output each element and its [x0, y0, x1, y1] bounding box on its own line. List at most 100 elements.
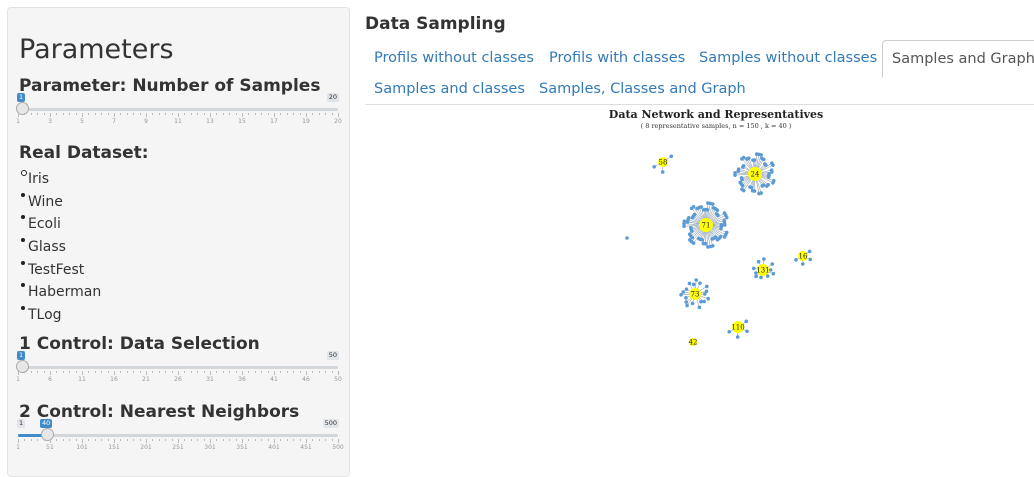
slider-minor-tick	[197, 439, 198, 441]
leaf-node	[661, 170, 665, 174]
radio-button[interactable]	[21, 193, 25, 197]
leaf-node	[684, 300, 688, 304]
leaf-node	[736, 335, 740, 339]
slider-tick-label: 51	[46, 444, 54, 451]
slider-minor-tick	[159, 113, 160, 115]
slider-minor-tick	[223, 113, 224, 115]
slider-tick	[82, 439, 83, 443]
slider-minor-tick	[293, 113, 294, 115]
slider-tick	[210, 439, 211, 443]
slider-tick	[50, 113, 51, 117]
slider-tick-label: 1	[16, 444, 20, 451]
slider-tick-label: 11	[78, 376, 86, 383]
radio-label: TestFest	[28, 262, 84, 278]
radio-button[interactable]	[21, 283, 25, 287]
slider-minor-tick	[236, 113, 237, 115]
leaf-node	[772, 272, 776, 276]
leaf-node	[744, 320, 748, 324]
leaf-node	[762, 257, 766, 261]
leaf-node	[770, 170, 774, 174]
slider-minor-tick	[229, 439, 230, 441]
slider-minor-tick	[197, 113, 198, 115]
samples-track[interactable]	[18, 108, 338, 111]
leaf-node	[757, 260, 761, 264]
radio-button[interactable]	[21, 238, 25, 242]
slider-minor-tick	[31, 113, 32, 115]
slider-minor-tick	[300, 113, 301, 115]
leaf-node	[716, 208, 720, 212]
radio-button[interactable]	[21, 170, 27, 176]
slider-minor-tick	[293, 439, 294, 441]
slider-tick	[242, 371, 243, 375]
radio-label: Iris	[28, 171, 49, 187]
network-plot: Data Network and Representatives ( 8 rep…	[365, 104, 1034, 471]
control2-slider[interactable]: 1 40 500 151101151201251301351401451500	[18, 419, 338, 453]
tab-samples-without-classes[interactable]: Samples without classes	[699, 48, 877, 68]
control2-track[interactable]	[18, 434, 338, 437]
slider-minor-tick	[332, 439, 333, 441]
control1-slider[interactable]: 1 50 16111621263136414650	[18, 351, 338, 385]
slider-minor-tick	[127, 371, 128, 373]
tab-samples-and-classes[interactable]: Samples and classes	[374, 79, 525, 99]
slider-tick	[178, 371, 179, 375]
slider-tick-label: 251	[172, 444, 183, 451]
slider-minor-tick	[140, 113, 141, 115]
leaf-node	[742, 156, 746, 160]
slider-minor-tick	[216, 113, 217, 115]
slider-minor-tick	[255, 371, 256, 373]
plot-subtitle: ( 8 representative samples, n = 150 , k …	[641, 122, 792, 130]
radio-button[interactable]	[21, 215, 25, 219]
slider-tick	[242, 439, 243, 443]
slider-minor-tick	[63, 113, 64, 115]
leaf-node	[770, 262, 774, 266]
slider-minor-tick	[101, 371, 102, 373]
radio-button[interactable]	[21, 306, 25, 310]
representative-node-label: 73	[691, 291, 700, 299]
slider-minor-tick	[95, 113, 96, 115]
slider-minor-tick	[197, 371, 198, 373]
slider-minor-tick	[44, 371, 45, 373]
leaf-node	[808, 250, 812, 254]
slider-tick	[178, 439, 179, 443]
slider-minor-tick	[159, 371, 160, 373]
leaf-node	[754, 275, 758, 279]
tab-profils-with-classes[interactable]: Profils with classes	[549, 48, 685, 68]
slider-minor-tick	[261, 439, 262, 441]
slider-minor-tick	[280, 371, 281, 373]
leaf-node	[740, 187, 744, 191]
slider-minor-tick	[268, 371, 269, 373]
samples-slider[interactable]: 1 20 13579111315171920	[18, 93, 338, 127]
slider-tick-label: 3	[48, 118, 52, 125]
radio-label: Ecoli	[28, 216, 61, 232]
tab-samples-and-graph[interactable]: Samples and Graph	[882, 40, 1034, 78]
slider-tick	[338, 371, 339, 375]
control2-min-bubble: 1	[17, 419, 25, 428]
slider-tick	[114, 113, 115, 117]
leaf-node	[688, 282, 692, 286]
slider-minor-tick	[165, 439, 166, 441]
slider-minor-tick	[300, 439, 301, 441]
control2-value-bubble: 40	[40, 419, 52, 428]
control1-track[interactable]	[18, 366, 338, 369]
radio-button[interactable]	[21, 261, 25, 265]
tab-profils-without-classes[interactable]: Profils without classes	[374, 48, 534, 68]
tab-samples-classes-and-graph[interactable]: Samples, Classes and Graph	[539, 79, 746, 99]
leaf-node	[765, 184, 769, 188]
slider-minor-tick	[191, 113, 192, 115]
slider-tick	[210, 113, 211, 117]
leaf-node	[723, 235, 727, 239]
slider-minor-tick	[268, 113, 269, 115]
slider-minor-tick	[293, 371, 294, 373]
slider-minor-tick	[223, 439, 224, 441]
slider-minor-tick	[133, 371, 134, 373]
slider-tick-label: 41	[270, 376, 278, 383]
slider-minor-tick	[120, 439, 121, 441]
slider-minor-tick	[332, 113, 333, 115]
leaf-node	[692, 205, 696, 209]
leaf-node	[652, 165, 656, 169]
slider-minor-tick	[88, 439, 89, 441]
slider-tick	[82, 371, 83, 375]
leaf-node	[684, 296, 688, 300]
slider-minor-tick	[312, 439, 313, 441]
slider-minor-tick	[120, 371, 121, 373]
